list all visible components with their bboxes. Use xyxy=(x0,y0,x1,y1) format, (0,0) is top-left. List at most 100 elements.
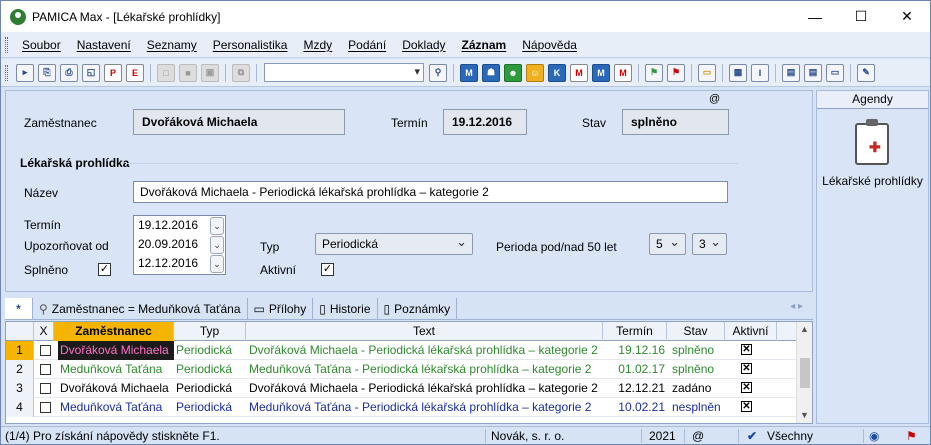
menu-soubor[interactable]: Soubor xyxy=(14,38,69,52)
col-active[interactable]: Aktivní xyxy=(725,322,777,341)
toolbar: ▸ ⎘ ⎙ ◱ P E □ ■ ▣ ⧉ ⚲ M ☗ ☻ ☺ K M M M ⚑ … xyxy=(1,59,930,87)
settings-tools-icon[interactable]: ✎ xyxy=(857,63,875,82)
copy-icon[interactable]: ⎘ xyxy=(38,63,56,82)
tab-history[interactable]: ▯ Historie xyxy=(313,298,378,319)
row-checkbox[interactable] xyxy=(40,345,51,356)
folder-icon[interactable]: ▭ xyxy=(698,63,716,82)
module-red-m-icon[interactable]: M xyxy=(570,63,588,82)
menu-seznamy[interactable]: Seznamy xyxy=(139,38,205,52)
message-icon[interactable]: ▤ xyxy=(782,63,800,82)
row-checkbox[interactable] xyxy=(40,383,51,394)
calculator-icon[interactable]: ▦ xyxy=(729,63,747,82)
period-under-select[interactable]: 5 xyxy=(649,233,686,255)
module-yellow-person-icon[interactable]: ☺ xyxy=(526,63,544,82)
close-button[interactable]: ✕ xyxy=(884,1,930,32)
history-icon: ▯ xyxy=(319,301,326,316)
filter-icon[interactable]: ⚲ xyxy=(429,63,447,82)
row-number[interactable]: 2 xyxy=(6,360,34,379)
cell-active-checkbox[interactable]: ✕ xyxy=(741,401,752,412)
menu-podani[interactable]: Podání xyxy=(340,38,394,52)
open-icon[interactable]: ▸ xyxy=(16,63,34,82)
maximize-button[interactable]: ☐ xyxy=(838,1,884,32)
cell-active-checkbox[interactable]: ✕ xyxy=(741,382,752,393)
module-m2-icon[interactable]: M xyxy=(592,63,610,82)
tab-filter[interactable]: ⚲ Zaměstnanec = Meduňková Taťána xyxy=(33,298,248,319)
vertical-scrollbar[interactable]: ▲ ▼ xyxy=(796,322,812,423)
status-bar: (1/4) Pro získání nápovědy stiskněte F1.… xyxy=(1,426,930,444)
row-checkbox[interactable] xyxy=(40,364,51,375)
ok-circle-icon[interactable]: ◉ xyxy=(869,429,879,443)
col-employee[interactable]: Zaměstnanec xyxy=(54,322,174,341)
term-date-input[interactable]: 19.12.2016 xyxy=(138,218,198,232)
scroll-up-icon[interactable]: ▲ xyxy=(800,324,809,334)
menu-mzdy[interactable]: Mzdy xyxy=(295,38,340,52)
print-preview-icon[interactable]: ◱ xyxy=(82,63,100,82)
menu-bar: Soubor Nastavení Seznamy Personalistika … xyxy=(1,32,930,58)
notify-date-input[interactable]: 20.09.2016 xyxy=(138,237,198,251)
col-term[interactable]: Termín xyxy=(603,322,667,341)
scroll-thumb[interactable] xyxy=(800,358,810,388)
scroll-down-icon[interactable]: ▼ xyxy=(800,410,809,420)
flag-icon[interactable]: ⚑ xyxy=(906,429,917,443)
col-type[interactable]: Typ xyxy=(174,322,246,341)
menu-nastaveni[interactable]: Nastavení xyxy=(69,38,139,52)
table-row[interactable]: 1 Dvořáková Michaela Periodická Dvořáková M… xyxy=(6,341,796,360)
tab-scroll-arrows[interactable]: ◂ ▸ xyxy=(790,301,803,312)
tab-attachments[interactable]: ▭ Přílohy xyxy=(248,298,314,319)
done-checkbox[interactable]: ✓ xyxy=(98,263,111,276)
flag-red-icon[interactable]: ⚑ xyxy=(667,63,685,82)
module-ks-icon[interactable]: K xyxy=(548,63,566,82)
col-text[interactable]: Text xyxy=(246,322,603,341)
name-input[interactable]: Dvořáková Michaela - Periodická lékařská… xyxy=(133,181,728,203)
cell-employee: Meduňková Taťána xyxy=(60,400,163,414)
save-icon[interactable]: ▣ xyxy=(201,63,219,82)
checkmark-icon[interactable]: ✔ xyxy=(747,429,757,443)
module-green-person-icon[interactable]: ☻ xyxy=(504,63,522,82)
module-person-icon[interactable]: ☗ xyxy=(482,63,500,82)
status-filter[interactable]: Všechny xyxy=(767,429,813,443)
table-row[interactable]: 3 Dvořáková Michaela Periodická Dvořáková M… xyxy=(6,379,796,398)
type-select[interactable]: Periodická xyxy=(315,233,473,255)
menu-zaznam[interactable]: Záznam xyxy=(454,38,515,52)
tab-notes[interactable]: ▯ Poznámky xyxy=(378,298,458,319)
agenda-item-label[interactable]: Lékařské prohlídky xyxy=(817,174,928,188)
active-checkbox[interactable]: ✓ xyxy=(321,263,334,276)
done-date-input[interactable]: 12.12.2016 xyxy=(138,256,198,270)
col-state[interactable]: Stav xyxy=(667,322,725,341)
period-over-select[interactable]: 3 xyxy=(692,233,727,255)
row-checkbox[interactable] xyxy=(40,402,51,413)
window-icon[interactable]: ▭ xyxy=(826,63,844,82)
tab-new[interactable]: * xyxy=(5,298,33,319)
status-company: Novák, s. r. o. xyxy=(491,429,565,443)
chevron-down-icon[interactable]: ⌄ xyxy=(210,255,224,273)
delete-icon[interactable]: ■ xyxy=(179,63,197,82)
table-row[interactable]: 4 Meduňková Taťána Periodická Meduňková Tať… xyxy=(6,398,796,417)
row-number[interactable]: 4 xyxy=(6,398,34,417)
duplicate-icon[interactable]: ⧉ xyxy=(232,63,250,82)
chevron-down-icon[interactable]: ⌄ xyxy=(210,236,224,254)
toolbar-combo[interactable] xyxy=(264,63,424,82)
export-icon[interactable]: E xyxy=(126,63,144,82)
menu-grip xyxy=(5,36,8,53)
new-record-icon[interactable]: □ xyxy=(157,63,175,82)
menu-personalistika[interactable]: Personalistika xyxy=(205,38,296,52)
medical-clipboard-icon[interactable]: ✚ xyxy=(855,119,889,165)
pdf-icon[interactable]: P xyxy=(104,63,122,82)
cell-active-checkbox[interactable]: ✕ xyxy=(741,344,752,355)
table-row[interactable]: 2 Meduňková Taťána Periodická Meduňková Tať… xyxy=(6,360,796,379)
module-red-m2-icon[interactable]: M xyxy=(614,63,632,82)
chevron-down-icon[interactable]: ⌄ xyxy=(210,217,224,235)
col-x[interactable]: X xyxy=(34,322,54,341)
menu-napoveda[interactable]: Nápověda xyxy=(514,38,585,52)
list-icon[interactable]: ▤ xyxy=(804,63,822,82)
iban-icon[interactable]: I xyxy=(751,63,769,82)
flag-green-icon[interactable]: ⚑ xyxy=(645,63,663,82)
row-number[interactable]: 1 xyxy=(6,341,34,360)
cell-active-checkbox[interactable]: ✕ xyxy=(741,363,752,374)
separator xyxy=(863,429,864,443)
print-icon[interactable]: ⎙ xyxy=(60,63,78,82)
menu-doklady[interactable]: Doklady xyxy=(394,38,453,52)
module-m-icon[interactable]: M xyxy=(460,63,478,82)
row-number[interactable]: 3 xyxy=(6,379,34,398)
minimize-button[interactable]: — xyxy=(792,1,838,32)
